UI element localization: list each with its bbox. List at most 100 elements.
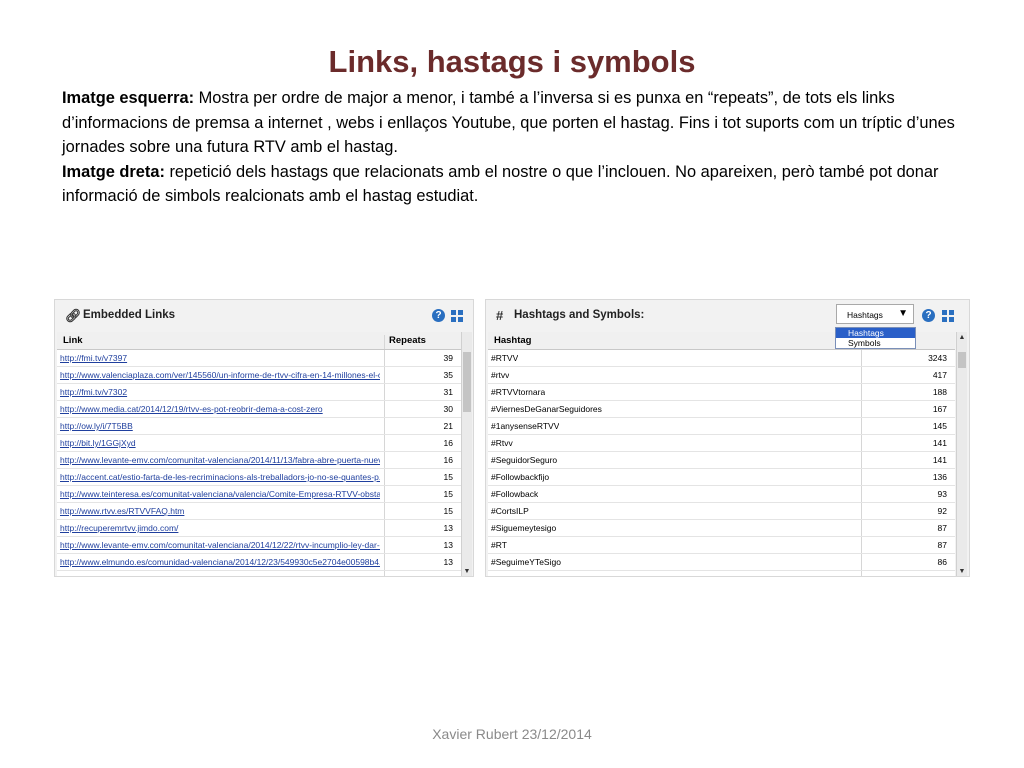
hashtag-cell: #Siguemeytesigo (491, 523, 557, 533)
grid-view-icon[interactable] (942, 310, 954, 322)
hashtag-cell: #SeguimeYTeSigo (491, 557, 561, 567)
link-cell[interactable]: http://youtu.be/W0Bu5fZf808 (60, 574, 380, 576)
slide-footer: Xavier Rubert 23/12/2014 (432, 726, 592, 742)
hashtag-cell: #1anysenseRTVV (491, 421, 560, 431)
count-cell: 86 (937, 557, 947, 567)
link-cell[interactable]: http://ow.ly/i/7T5BB (60, 421, 380, 431)
table-row: http://www.elmundo.es/comunidad-valencia… (57, 554, 461, 571)
table-row: #SeguidorSeguro 141 (488, 452, 955, 469)
table-row: http://accent.cat/estio-farta-de-les-rec… (57, 469, 461, 486)
table-row: http://www.levante-emv.com/comunitat-val… (57, 452, 461, 469)
scroll-up-arrow-icon[interactable]: ▲ (957, 334, 967, 342)
table-row: http://www.media.cat/2014/12/19/rtvv-es-… (57, 401, 461, 418)
table-row: http://www.valenciaplaza.com/ver/145560/… (57, 367, 461, 384)
embedded-links-rows: http://fmi.tv/v7397 39 http://www.valencia… (57, 350, 461, 576)
table-row: #RTVVtornara 188 (488, 384, 955, 401)
table-row: http://youtu.be/W0Bu5fZf808 13 (57, 571, 461, 576)
link-cell[interactable]: http://fmi.tv/v7397 (60, 353, 380, 363)
hashtag-cell: #SeguidorSeguro (491, 455, 558, 465)
table-row: http://www.levante-emv.com/comunitat-val… (57, 537, 461, 554)
table-row: #1anysenseRTVV 145 (488, 418, 955, 435)
repeats-cell: 35 (443, 370, 453, 380)
scroll-thumb[interactable] (958, 352, 966, 368)
help-icon[interactable]: ? (432, 309, 445, 322)
table-row: http://ow.ly/i/7T5BB 21 (57, 418, 461, 435)
link-cell[interactable]: http://www.levante-emv.com/comunitat-val… (60, 455, 380, 465)
link-cell[interactable]: http://www.teinteresa.es/comunitat-valen… (60, 489, 380, 499)
hashtags-table: Hashtag #RTVV 3243 #rtvv 417 #RTVVtornara 188… (488, 332, 955, 576)
scroll-down-arrow-icon[interactable]: ▼ (957, 568, 967, 576)
table-row: http://fmi.tv/v7302 31 (57, 384, 461, 401)
dropdown-option-hashtags[interactable]: Hashtags (836, 328, 915, 338)
link-cell[interactable]: http://recuperemrtvv.jimdo.com/ (60, 523, 380, 533)
repeats-cell: 16 (443, 438, 453, 448)
embedded-links-panel: 🔗︎ Embedded Links ? Link Repeats http://… (54, 299, 474, 577)
repeats-cell: 31 (443, 387, 453, 397)
table-row: #Followbackfijo 136 (488, 469, 955, 486)
count-cell: 417 (932, 370, 947, 380)
hashtags-title: Hashtags and Symbols: (514, 309, 645, 321)
count-cell: 188 (932, 387, 947, 397)
link-cell[interactable]: http://www.rtvv.es/RTVVFAQ.htm (60, 506, 380, 516)
paragraph-right-label: Imatge dreta: (62, 162, 165, 181)
chevron-down-icon[interactable]: ▼ (898, 308, 908, 319)
repeats-cell: 15 (443, 506, 453, 516)
table-row: #RTVV 3243 (488, 350, 955, 367)
slide-title: Links, hastags i symbols (328, 44, 696, 79)
table-row: http://bit.ly/1GGjXyd 16 (57, 435, 461, 452)
hashtags-symbols-select[interactable]: Hashtags ▼ (836, 304, 914, 324)
table-header: Link Repeats (57, 332, 461, 350)
table-row: #ViernesDeGanarSeguidores 167 (488, 401, 955, 418)
repeats-cell: 13 (443, 557, 453, 567)
column-header-hashtag[interactable]: Hashtag (494, 335, 531, 346)
paragraph-right-image: Imatge dreta: repetició dels hastags que… (62, 160, 962, 209)
embedded-links-scrollbar[interactable]: ▼ (461, 332, 472, 576)
table-row: http://fmi.tv/v7397 39 (57, 350, 461, 367)
help-icon[interactable]: ? (922, 309, 935, 322)
hashtag-cell: #SeguimeYTeSigoEnSegundos (491, 574, 610, 576)
hashtag-cell: #RTVV (491, 353, 519, 363)
hashtag-cell: #Followback (491, 489, 539, 499)
dropdown-option-symbols[interactable]: Symbols (836, 338, 915, 348)
link-cell[interactable]: http://www.elmundo.es/comunidad-valencia… (60, 557, 380, 567)
table-row: #RT 87 (488, 537, 955, 554)
link-cell[interactable]: http://fmi.tv/v7302 (60, 387, 380, 397)
link-cell[interactable]: http://accent.cat/estio-farta-de-les-rec… (60, 472, 380, 482)
table-row: #CortsILP 92 (488, 503, 955, 520)
link-cell[interactable]: http://www.levante-emv.com/comunitat-val… (60, 540, 380, 550)
hashtag-cell: #RT (491, 540, 507, 550)
paragraph-left-label: Imatge esquerra: (62, 89, 195, 107)
link-cell[interactable]: http://www.valenciaplaza.com/ver/145560/… (60, 370, 380, 380)
table-row: #Siguemeytesigo 87 (488, 520, 955, 537)
table-row: #SeguimeYTeSigo 86 (488, 554, 955, 571)
hashtag-cell: #RTVVtornara (491, 387, 546, 397)
link-cell[interactable]: http://www.media.cat/2014/12/19/rtvv-es-… (60, 404, 380, 414)
count-cell: 167 (932, 404, 947, 414)
count-cell: 86 (938, 574, 947, 576)
hashtags-scrollbar[interactable]: ▲ ▼ (956, 332, 967, 576)
hashtags-panel: # Hashtags and Symbols: Hashtags ▼ ? Has… (485, 299, 970, 577)
embedded-links-header: 🔗︎ Embedded Links ? (55, 300, 473, 332)
embedded-links-title: Embedded Links (83, 309, 176, 321)
hashtag-cell: #rtvv (491, 370, 510, 380)
count-cell: 87 (937, 540, 947, 550)
link-cell[interactable]: http://bit.ly/1GGjXyd (60, 438, 380, 448)
repeats-cell: 21 (443, 421, 453, 431)
repeats-cell: 15 (443, 472, 453, 482)
column-header-link[interactable]: Link (63, 335, 83, 346)
table-row: http://www.rtvv.es/RTVVFAQ.htm 15 (57, 503, 461, 520)
paragraph-right-text: repetició dels hastags que relacionats a… (62, 162, 939, 206)
column-header-repeats[interactable]: Repeats (389, 335, 426, 346)
scroll-down-arrow-icon[interactable]: ▼ (462, 568, 472, 576)
hashtags-symbols-dropdown: Hashtags Symbols (835, 327, 916, 349)
repeats-cell: 39 (443, 353, 453, 363)
repeats-cell: 16 (443, 455, 453, 465)
count-cell: 93 (937, 489, 947, 499)
grid-view-icon[interactable] (451, 310, 463, 322)
table-row: http://recuperemrtvv.jimdo.com/13 (57, 520, 461, 537)
scroll-thumb[interactable] (463, 352, 471, 412)
hashtag-cell: #Rtvv (491, 438, 513, 448)
repeats-cell: 30 (443, 404, 453, 414)
hashtag-cell: #ViernesDeGanarSeguidores (491, 404, 602, 414)
table-row: http://www.teinteresa.es/comunitat-valen… (57, 486, 461, 503)
